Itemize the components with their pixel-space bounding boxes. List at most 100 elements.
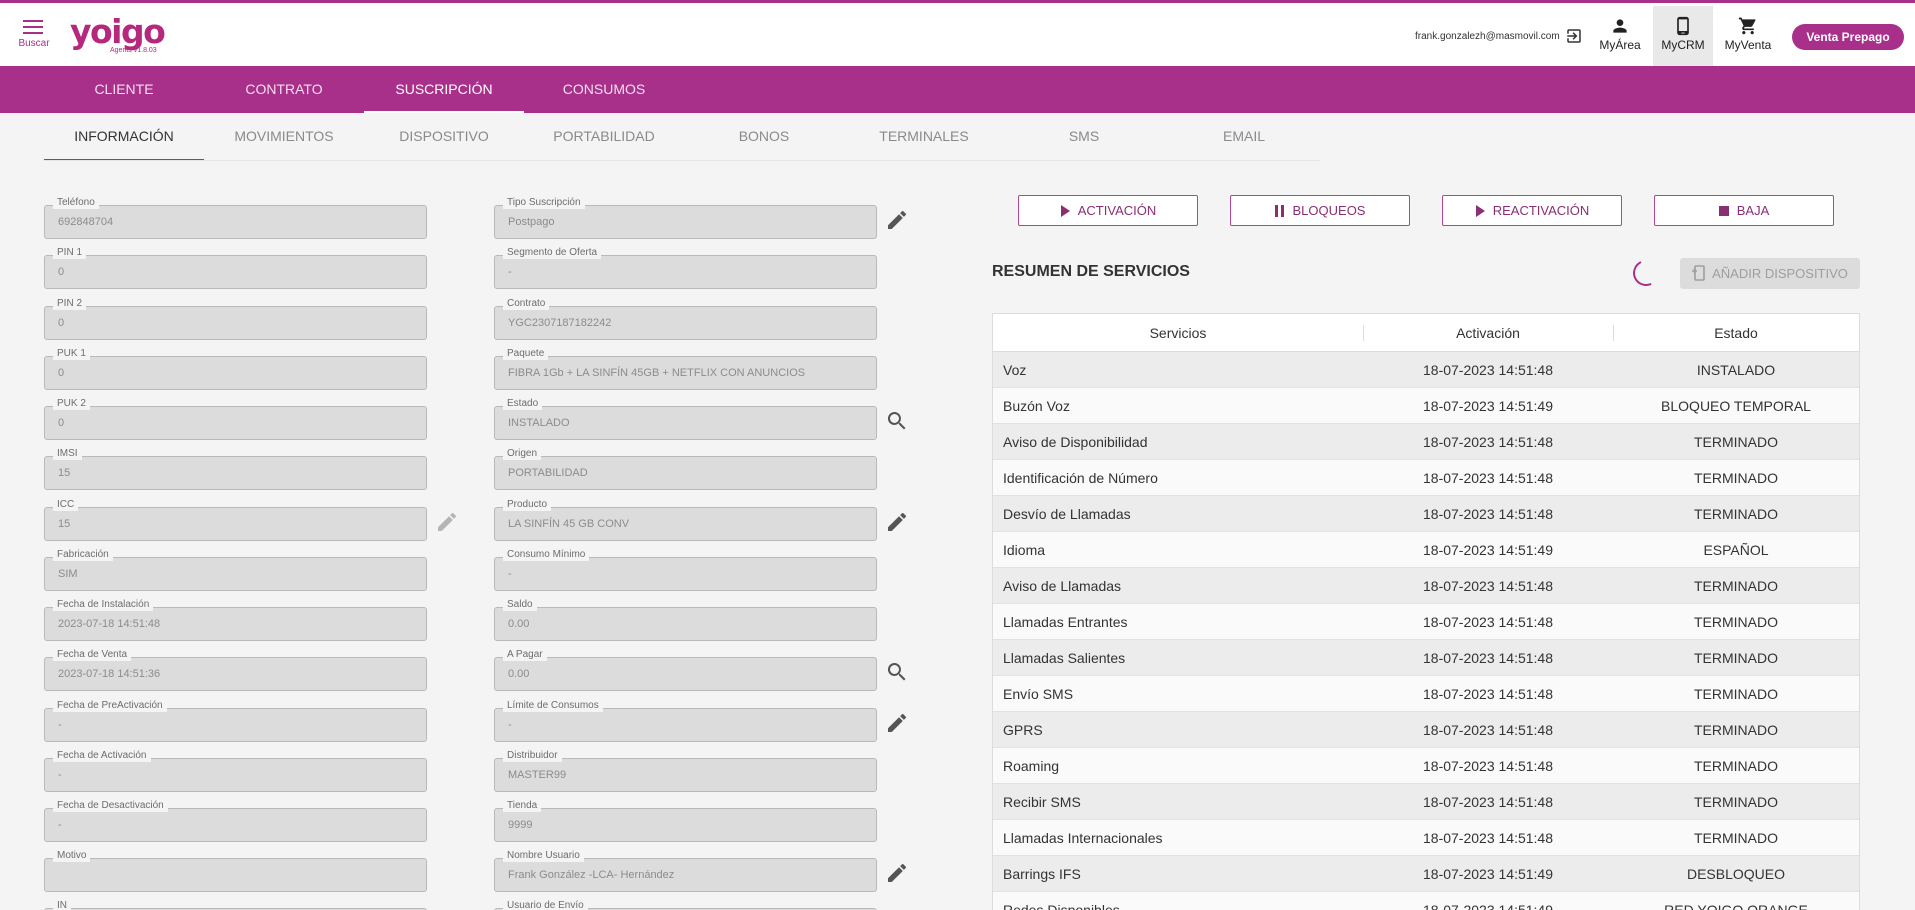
field-imsi[interactable]: IMSI 15 xyxy=(44,448,427,490)
field-value: - xyxy=(58,719,62,731)
cell-activacion: 18-07-2023 14:51:48 xyxy=(1423,470,1553,486)
field-producto[interactable]: Producto LA SINFÍN 45 GB CONV xyxy=(494,499,877,541)
subtab-informacion[interactable]: INFORMACIÓN xyxy=(44,113,204,161)
field-contrato[interactable]: Contrato YGC2307187182242 xyxy=(494,298,877,340)
field-fabricacion[interactable]: Fabricación SIM xyxy=(44,549,427,591)
table-body: Voz 18-07-2023 14:51:48 INSTALADO Buzón Vo… xyxy=(993,352,1859,910)
logo-text: yoigo xyxy=(70,12,166,51)
field-consumo-minimo[interactable]: Consumo Mínimo - xyxy=(494,549,877,591)
baja-button[interactable]: BAJA xyxy=(1654,195,1834,226)
table-row[interactable]: Roaming 18-07-2023 14:51:48 TERMINADO xyxy=(993,748,1859,784)
table-row[interactable]: Llamadas Internacionales 18-07-2023 14:51… xyxy=(993,820,1859,856)
field-limite-consumos[interactable]: Límite de Consumos - xyxy=(494,700,877,742)
field-fecha-preactivacion[interactable]: Fecha de PreActivación - xyxy=(44,700,427,742)
nav-mycrm-button[interactable]: MyCRM xyxy=(1653,6,1713,66)
field-segmento-oferta[interactable]: Segmento de Oferta - xyxy=(494,247,877,289)
nav-myarea-button[interactable]: MyÁrea xyxy=(1590,6,1650,66)
field-pin1[interactable]: PIN 1 0 xyxy=(44,247,427,289)
field-telefono[interactable]: Teléfono 692848704 xyxy=(44,197,427,239)
tab-suscripcion[interactable]: SUSCRIPCIÓN xyxy=(364,66,524,113)
table-row[interactable]: Desvío de Llamadas 18-07-2023 14:51:48 TER… xyxy=(993,496,1859,532)
field-label: Fecha de Activación xyxy=(53,750,151,762)
field-label: Estado xyxy=(503,398,543,410)
menu-button[interactable]: Buscar xyxy=(16,19,52,49)
search-a-pagar-icon[interactable] xyxy=(885,660,909,684)
field-pin2[interactable]: PIN 2 0 xyxy=(44,298,427,340)
field-fecha-desactivacion[interactable]: Fecha de Desactivación - xyxy=(44,800,427,842)
field-fecha-instalacion[interactable]: Fecha de Instalación 2023-07-18 14:51:48 xyxy=(44,599,427,641)
table-row[interactable]: Envío SMS 18-07-2023 14:51:48 TERMINADO xyxy=(993,676,1859,712)
field-fecha-venta[interactable]: Fecha de Venta 2023-07-18 14:51:36 xyxy=(44,649,427,691)
field-label: Contrato xyxy=(503,298,550,310)
field-saldo[interactable]: Saldo 0.00 xyxy=(494,599,877,641)
bloqueos-button[interactable]: BLOQUEOS xyxy=(1230,195,1410,226)
table-row[interactable]: Aviso de Llamadas 18-07-2023 14:51:48 TERM… xyxy=(993,568,1859,604)
field-puk1[interactable]: PUK 1 0 xyxy=(44,348,427,390)
field-distribuidor[interactable]: Distribuidor MASTER99 xyxy=(494,750,877,792)
field-value: 0.00 xyxy=(508,618,530,630)
activacion-button[interactable]: ACTIVACIÓN xyxy=(1018,195,1198,226)
table-row[interactable]: GPRS 18-07-2023 14:51:48 TERMINADO xyxy=(993,712,1859,748)
cell-estado: DESBLOQUEO xyxy=(1686,866,1786,882)
field-a-pagar[interactable]: A Pagar 0.00 xyxy=(494,649,877,691)
edit-nombre-usuario-icon[interactable] xyxy=(885,861,909,885)
field-motivo[interactable]: Motivo xyxy=(44,850,427,892)
cell-activacion: 18-07-2023 14:51:48 xyxy=(1423,722,1553,738)
field-origen[interactable]: Origen PORTABILIDAD xyxy=(494,448,877,490)
cell-activacion: 18-07-2023 14:51:48 xyxy=(1423,578,1553,594)
table-row[interactable]: Recibir SMS 18-07-2023 14:51:48 TERMINADO xyxy=(993,784,1859,820)
field-icc[interactable]: ICC 15 xyxy=(44,499,427,541)
table-row[interactable]: Redes Disponibles 18-07-2023 14:51:49 RED … xyxy=(993,892,1859,910)
field-fecha-activacion[interactable]: Fecha de Activación - xyxy=(44,750,427,792)
table-row[interactable]: Aviso de Disponibilidad 18-07-2023 14:51:… xyxy=(993,424,1859,460)
tab-cliente[interactable]: CLIENTE xyxy=(44,66,204,113)
tab-contrato[interactable]: CONTRATO xyxy=(204,66,364,113)
column-header-estado[interactable]: Estado xyxy=(1613,314,1859,352)
subtab-portabilidad[interactable]: PORTABILIDAD xyxy=(524,113,684,161)
field-label: PIN 1 xyxy=(53,247,87,259)
cell-estado: TERMINADO xyxy=(1694,794,1778,810)
nav-mycrm-label: MyCRM xyxy=(1661,38,1705,52)
reactivacion-button[interactable]: REACTIVACIÓN xyxy=(1442,195,1622,226)
table-row[interactable]: Identificación de Número 18-07-2023 14:51… xyxy=(993,460,1859,496)
field-puk2[interactable]: PUK 2 0 xyxy=(44,398,427,440)
venta-prepago-button[interactable]: Venta Prepago xyxy=(1792,24,1904,50)
field-value: 0 xyxy=(58,317,65,329)
nav-myventa-button[interactable]: MyVenta xyxy=(1718,6,1778,66)
edit-icc-icon[interactable] xyxy=(435,510,459,534)
field-value: 15 xyxy=(58,467,71,479)
subtab-sms[interactable]: SMS xyxy=(1004,113,1164,161)
field-label: Fecha de PreActivación xyxy=(53,700,167,712)
subtab-email[interactable]: EMAIL xyxy=(1164,113,1324,161)
reactivacion-label: REACTIVACIÓN xyxy=(1492,203,1590,218)
edit-limite-consumos-icon[interactable] xyxy=(885,711,909,735)
subtab-movimientos[interactable]: MOVIMIENTOS xyxy=(204,113,364,161)
field-tipo-suscripcion[interactable]: Tipo Suscripción Postpago xyxy=(494,197,877,239)
field-value: INSTALADO xyxy=(508,417,570,429)
table-row[interactable]: Llamadas Entrantes 18-07-2023 14:51:48 TER… xyxy=(993,604,1859,640)
column-header-activacion[interactable]: Activación xyxy=(1363,314,1613,352)
logout-icon[interactable] xyxy=(1565,27,1583,50)
anadir-dispositivo-button[interactable]: AÑADIR DISPOSITIVO xyxy=(1680,258,1860,289)
cell-activacion: 18-07-2023 14:51:49 xyxy=(1423,902,1553,910)
search-estado-icon[interactable] xyxy=(885,409,909,433)
table-row[interactable]: Voz 18-07-2023 14:51:48 INSTALADO xyxy=(993,352,1859,388)
field-label: Fecha de Venta xyxy=(53,649,132,661)
table-row[interactable]: Idioma 18-07-2023 14:51:49 ESPAÑOL xyxy=(993,532,1859,568)
cell-servicio: Llamadas Entrantes xyxy=(1003,614,1128,630)
subtab-dispositivo[interactable]: DISPOSITIVO xyxy=(364,113,524,161)
table-row[interactable]: Buzón Voz 18-07-2023 14:51:49 BLOQUEO TEMP… xyxy=(993,388,1859,424)
table-row[interactable]: Llamadas Salientes 18-07-2023 14:51:48 TER… xyxy=(993,640,1859,676)
table-row[interactable]: Barrings IFS 18-07-2023 14:51:49 DESBLOQUE… xyxy=(993,856,1859,892)
field-tienda[interactable]: Tienda 9999 xyxy=(494,800,877,842)
edit-producto-icon[interactable] xyxy=(885,510,909,534)
tab-consumos[interactable]: CONSUMOS xyxy=(524,66,684,113)
column-header-servicios[interactable]: Servicios xyxy=(993,314,1363,352)
edit-tipo-suscripcion-icon[interactable] xyxy=(885,208,909,232)
field-nombre-usuario[interactable]: Nombre Usuario Frank González -LCA- Herná… xyxy=(494,850,877,892)
subtab-terminales[interactable]: TERMINALES xyxy=(844,113,1004,161)
field-label: Teléfono xyxy=(53,197,99,209)
subtab-bonos[interactable]: BONOS xyxy=(684,113,844,161)
field-paquete[interactable]: Paquete FIBRA 1Gb + LA SINFÍN 45GB + NETF… xyxy=(494,348,877,390)
field-estado[interactable]: Estado INSTALADO xyxy=(494,398,877,440)
